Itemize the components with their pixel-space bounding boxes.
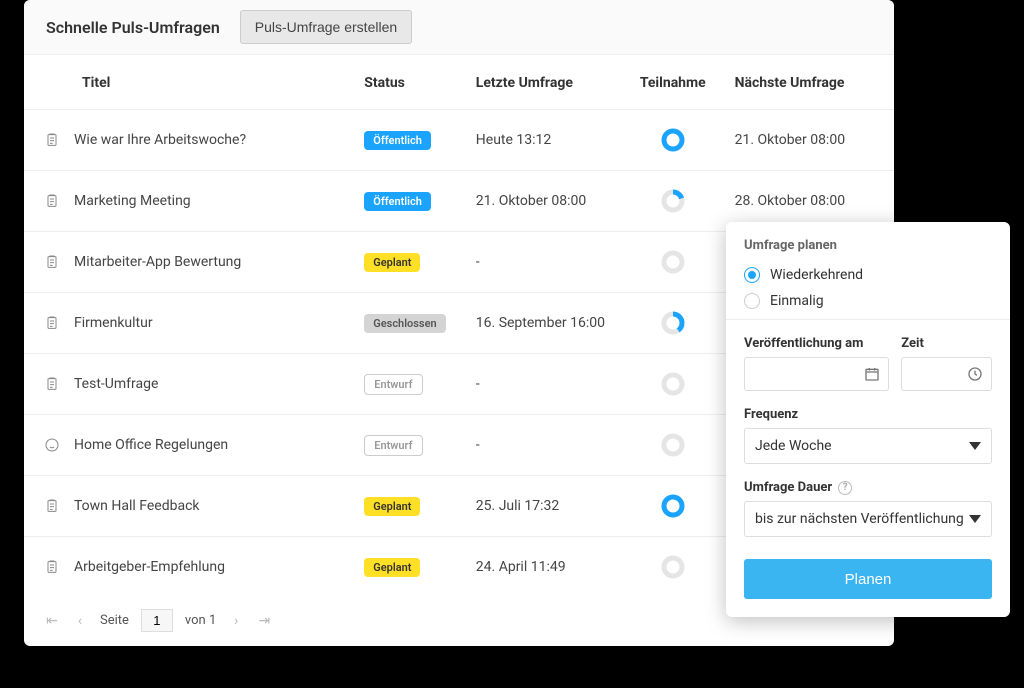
radio-recurring[interactable]: Wiederkehrend bbox=[744, 267, 992, 283]
table-row[interactable]: Wie war Ihre Arbeitswoche? Öffentlich He… bbox=[24, 110, 894, 171]
publish-date-input[interactable] bbox=[744, 357, 889, 391]
participation-donut bbox=[625, 415, 721, 476]
status-badge: Geplant bbox=[364, 497, 420, 516]
row-title: Town Hall Feedback bbox=[74, 498, 200, 514]
status-badge: Geplant bbox=[364, 558, 420, 577]
participation-donut bbox=[625, 171, 721, 232]
panel-title: Schnelle Puls-Umfragen bbox=[46, 18, 220, 37]
last-survey: - bbox=[462, 232, 625, 293]
col-header-title[interactable]: Titel bbox=[24, 55, 350, 110]
radio-once[interactable]: Einmalig bbox=[744, 293, 992, 309]
page-prev-button[interactable]: ‹ bbox=[72, 613, 88, 629]
page-of-label: von 1 bbox=[185, 613, 216, 628]
row-title: Arbeitgeber-Empfehlung bbox=[74, 559, 225, 575]
clipboard-icon bbox=[44, 254, 60, 270]
status-badge: Öffentlich bbox=[364, 131, 431, 150]
publish-label: Veröffentlichung am bbox=[744, 336, 889, 351]
radio-once-input[interactable] bbox=[744, 293, 760, 309]
clipboard-icon bbox=[44, 498, 60, 514]
page-first-button[interactable]: ⇤ bbox=[44, 613, 60, 629]
row-title: Test-Umfrage bbox=[74, 376, 158, 392]
clock-icon bbox=[967, 366, 983, 382]
col-header-last[interactable]: Letzte Umfrage bbox=[462, 55, 625, 110]
row-title: Mitarbeiter-App Bewertung bbox=[74, 254, 241, 270]
last-survey: Heute 13:12 bbox=[462, 110, 625, 171]
help-icon[interactable]: ? bbox=[838, 481, 852, 495]
time-field[interactable] bbox=[910, 367, 967, 382]
publish-date-field[interactable] bbox=[753, 367, 864, 382]
participation-donut bbox=[625, 354, 721, 415]
duration-label: Umfrage Dauer ? bbox=[744, 480, 992, 495]
popover-title: Umfrage planen bbox=[744, 238, 992, 253]
row-title: Wie war Ihre Arbeitswoche? bbox=[74, 132, 246, 148]
participation-donut bbox=[625, 476, 721, 537]
clipboard-icon bbox=[44, 132, 60, 148]
chevron-down-icon bbox=[969, 442, 981, 450]
participation-donut bbox=[625, 537, 721, 598]
last-survey: 16. September 16:00 bbox=[462, 293, 625, 354]
page-input[interactable] bbox=[141, 609, 173, 632]
duration-value: bis zur nächsten Veröffentlichung bbox=[755, 511, 964, 527]
frequency-value: Jede Woche bbox=[755, 438, 832, 454]
page-last-button[interactable]: ⇥ bbox=[256, 613, 272, 629]
status-badge: Geplant bbox=[364, 253, 420, 272]
participation-donut bbox=[625, 293, 721, 354]
clipboard-icon bbox=[44, 376, 60, 392]
page-next-button[interactable]: › bbox=[228, 613, 244, 629]
participation-donut bbox=[625, 232, 721, 293]
radio-recurring-input[interactable] bbox=[744, 267, 760, 283]
last-survey: - bbox=[462, 354, 625, 415]
clipboard-icon bbox=[44, 559, 60, 575]
create-survey-button[interactable]: Puls-Umfrage erstellen bbox=[240, 10, 412, 44]
time-label: Zeit bbox=[901, 336, 992, 351]
status-badge: Geschlossen bbox=[364, 314, 445, 333]
last-survey: 25. Juli 17:32 bbox=[462, 476, 625, 537]
status-badge: Entwurf bbox=[364, 435, 422, 456]
radio-once-label: Einmalig bbox=[770, 293, 824, 309]
frequency-label: Frequenz bbox=[744, 407, 992, 422]
participation-donut bbox=[625, 110, 721, 171]
clipboard-icon bbox=[44, 315, 60, 331]
panel-header: Schnelle Puls-Umfragen Puls-Umfrage erst… bbox=[24, 0, 894, 55]
last-survey: 21. Oktober 08:00 bbox=[462, 171, 625, 232]
next-survey: 21. Oktober 08:00 bbox=[721, 110, 894, 171]
plan-button[interactable]: Planen bbox=[744, 559, 992, 599]
col-header-participation[interactable]: Teilnahme bbox=[625, 55, 721, 110]
smiley-icon bbox=[44, 437, 60, 453]
radio-recurring-label: Wiederkehrend bbox=[770, 267, 863, 283]
page-label: Seite bbox=[100, 613, 129, 628]
last-survey: - bbox=[462, 415, 625, 476]
duration-select[interactable]: bis zur nächsten Veröffentlichung bbox=[744, 501, 992, 537]
clipboard-icon bbox=[44, 193, 60, 209]
status-badge: Öffentlich bbox=[364, 192, 431, 211]
last-survey: 24. April 11:49 bbox=[462, 537, 625, 598]
schedule-popover: Umfrage planen Wiederkehrend Einmalig Ve… bbox=[726, 222, 1010, 617]
row-title: Marketing Meeting bbox=[74, 193, 191, 209]
calendar-icon bbox=[864, 366, 880, 382]
frequency-select[interactable]: Jede Woche bbox=[744, 428, 992, 464]
col-header-status[interactable]: Status bbox=[350, 55, 462, 110]
col-header-next[interactable]: Nächste Umfrage bbox=[721, 55, 894, 110]
row-title: Home Office Regelungen bbox=[74, 437, 228, 453]
chevron-down-icon bbox=[969, 515, 981, 523]
status-badge: Entwurf bbox=[364, 374, 422, 395]
time-input[interactable] bbox=[901, 357, 992, 391]
row-title: Firmenkultur bbox=[74, 315, 153, 331]
